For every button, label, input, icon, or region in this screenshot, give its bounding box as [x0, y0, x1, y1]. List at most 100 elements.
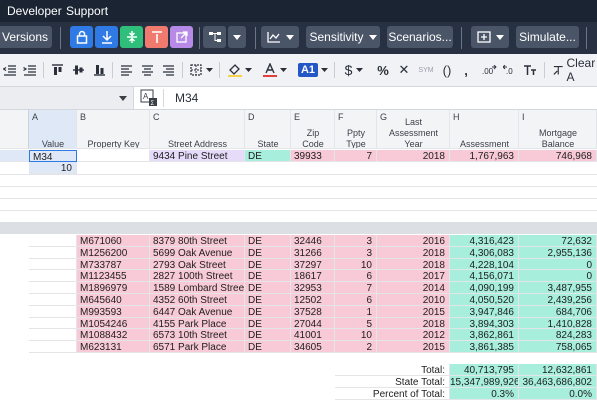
zip-cell[interactable]: 32953: [291, 282, 335, 294]
mortgage-cell[interactable]: 758,065: [519, 341, 597, 353]
value-cell[interactable]: [29, 317, 77, 330]
value-cell[interactable]: [29, 305, 77, 318]
type-cell[interactable]: 3: [335, 235, 377, 247]
cell-style-button[interactable]: A1: [297, 61, 329, 79]
zip-cell[interactable]: 34605: [291, 341, 335, 353]
multiply-button[interactable]: ✕: [397, 61, 411, 79]
address-cell[interactable]: 2793 Oak Street: [150, 258, 245, 271]
menu-support[interactable]: Support: [66, 4, 108, 18]
currency-button[interactable]: $: [342, 61, 366, 79]
indent-icon[interactable]: [22, 61, 36, 79]
totals-mortgage-cell[interactable]: 12,632,861: [519, 364, 597, 376]
year-cell[interactable]: 2018: [377, 317, 450, 330]
symbol-button[interactable]: SYM: [417, 61, 435, 79]
parentheses-button[interactable]: (): [440, 61, 454, 79]
split-button[interactable]: [120, 26, 143, 48]
totals-assessment-cell[interactable]: 15,347,989,926: [450, 376, 519, 388]
table-insert-button[interactable]: [471, 26, 509, 48]
lock-button[interactable]: [70, 26, 93, 48]
type-cell[interactable]: 1: [335, 305, 377, 318]
property-key-cell[interactable]: M671060: [77, 235, 150, 247]
versions-button[interactable]: Versions: [0, 26, 52, 48]
zip-cell[interactable]: 32446: [291, 235, 335, 247]
totals-assessment-cell[interactable]: 40,713,795: [450, 364, 519, 376]
year-cell[interactable]: 2015: [377, 341, 450, 353]
hierarchy-dropdown[interactable]: [228, 26, 246, 48]
hierarchy-button[interactable]: [203, 26, 226, 48]
property-key-cell[interactable]: M623131: [77, 341, 150, 353]
year-cell[interactable]: 2018: [377, 258, 450, 271]
zip-cell[interactable]: 27044: [291, 317, 335, 330]
year-cell[interactable]: 2015: [377, 305, 450, 318]
value-cell[interactable]: [29, 246, 77, 259]
align-middle-icon[interactable]: [71, 61, 85, 79]
state-cell[interactable]: DE: [245, 294, 291, 306]
assessment-cell[interactable]: 4,090,199: [450, 282, 519, 294]
address-cell[interactable]: 8379 80th Street: [150, 235, 245, 247]
column-header-c[interactable]: C Street Address: [150, 110, 245, 149]
property-key-cell[interactable]: M1896979: [77, 282, 150, 294]
align-top-icon[interactable]: [50, 61, 64, 79]
column-header-i[interactable]: I Mortgage Balance: [519, 110, 597, 149]
year-cell[interactable]: 2010: [377, 294, 450, 306]
address-cell[interactable]: 6571 Park Place: [150, 341, 245, 353]
top-align-button[interactable]: [145, 26, 168, 48]
mortgage-cell[interactable]: 3,487,955: [519, 282, 597, 294]
column-header-g[interactable]: G Last Assessment Year: [377, 110, 450, 149]
column-header-e[interactable]: E Zip Code: [291, 110, 335, 149]
zip-cell[interactable]: 18617: [291, 270, 335, 283]
type-cell[interactable]: 10: [335, 329, 377, 342]
menu-developer[interactable]: Developer: [7, 4, 62, 18]
mortgage-cell[interactable]: 0: [519, 270, 597, 283]
state-cell[interactable]: DE: [245, 235, 291, 247]
totals-assessment-cell[interactable]: 0.3%: [450, 388, 519, 400]
mortgage-cell[interactable]: 824,283: [519, 329, 597, 342]
type-cell[interactable]: 6: [335, 270, 377, 283]
zip-cell[interactable]: 31266: [291, 246, 335, 259]
type-cell[interactable]: 3: [335, 246, 377, 259]
value-cell[interactable]: [29, 341, 77, 353]
value-cell[interactable]: [29, 294, 77, 306]
column-header-f[interactable]: F Ppty Type: [335, 110, 377, 149]
formula-input[interactable]: M34: [175, 91, 198, 105]
column-header-d[interactable]: D State: [245, 110, 291, 149]
font-color-button[interactable]: [262, 61, 288, 79]
zip-cell[interactable]: 12502: [291, 294, 335, 306]
state-cell[interactable]: DE: [245, 282, 291, 294]
table-cell[interactable]: [77, 150, 150, 162]
chart-button[interactable]: [261, 26, 299, 48]
assessment-cell[interactable]: 4,306,083: [450, 246, 519, 259]
outdent-icon[interactable]: [2, 61, 16, 79]
simulate-button[interactable]: Simulate...: [516, 26, 579, 48]
type-cell[interactable]: 7: [335, 150, 377, 162]
assessment-cell[interactable]: 1,767,963: [450, 150, 519, 162]
assessment-cell[interactable]: 3,894,303: [450, 317, 519, 330]
comma-button[interactable]: ,: [461, 61, 471, 79]
insert-function-icon[interactable]: AΣ: [140, 89, 157, 107]
property-key-cell[interactable]: M733787: [77, 258, 150, 271]
align-center-icon[interactable]: [140, 61, 154, 79]
align-bottom-icon[interactable]: [92, 61, 106, 79]
state-cell[interactable]: DE: [245, 305, 291, 318]
clear-button[interactable]: Clear A: [553, 56, 597, 84]
zip-cell[interactable]: 39933: [291, 150, 335, 162]
address-cell[interactable]: 6447 Oak Avenue: [150, 305, 245, 318]
type-cell[interactable]: 2: [335, 341, 377, 353]
assessment-cell[interactable]: 4,050,520: [450, 294, 519, 306]
address-cell[interactable]: 1589 Lombard Street: [150, 282, 245, 294]
state-cell[interactable]: DE: [245, 150, 291, 162]
assessment-cell[interactable]: 3,861,385: [450, 341, 519, 353]
property-key-cell[interactable]: M1088432: [77, 329, 150, 342]
value-cell[interactable]: [29, 258, 77, 271]
fill-color-button[interactable]: [227, 61, 253, 79]
address-cell[interactable]: 2827 100th Street: [150, 270, 245, 283]
property-key-cell[interactable]: M1123455: [77, 270, 150, 283]
mortgage-cell[interactable]: 2,439,256: [519, 294, 597, 306]
borders-button[interactable]: [188, 61, 214, 79]
font-size-icon[interactable]: [523, 61, 537, 79]
align-left-icon[interactable]: [119, 61, 133, 79]
type-cell[interactable]: 10: [335, 258, 377, 271]
address-cell[interactable]: 4155 Park Place: [150, 317, 245, 330]
assessment-cell[interactable]: 4,156,071: [450, 270, 519, 283]
scenarios-button[interactable]: Scenarios...: [387, 26, 453, 48]
